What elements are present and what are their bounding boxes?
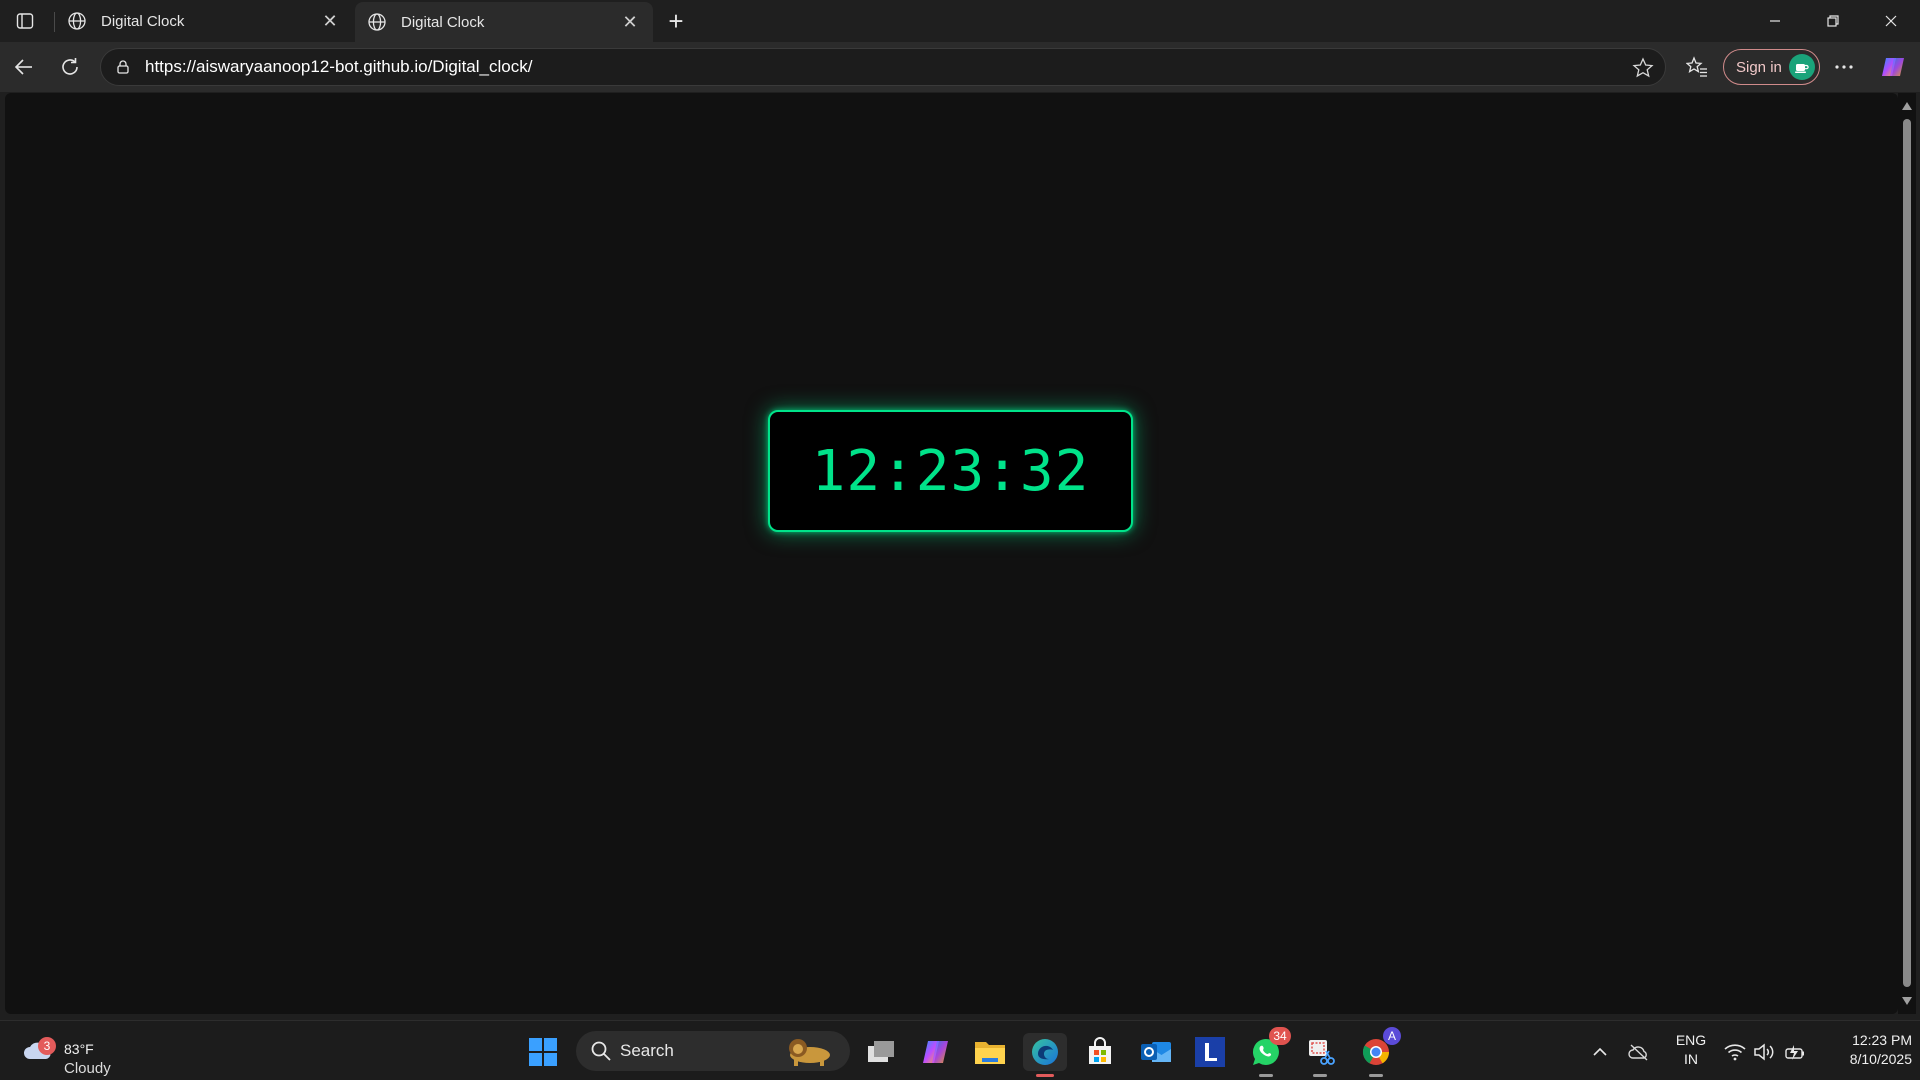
digital-clock-display: 12:23:32 — [768, 410, 1133, 532]
weather-condition: Cloudy — [64, 1060, 111, 1077]
whatsapp-badge: 34 — [1269, 1027, 1291, 1045]
copilot-button[interactable] — [1877, 51, 1909, 83]
search-label: Search — [620, 1041, 674, 1060]
battery-button[interactable] — [1784, 1041, 1806, 1063]
task-view-icon — [868, 1041, 894, 1062]
back-button[interactable] — [8, 51, 40, 83]
close-window-button[interactable] — [1862, 0, 1920, 42]
tab-actions-button[interactable] — [10, 8, 40, 34]
close-icon — [1885, 15, 1897, 27]
outlook-icon — [1141, 1042, 1171, 1062]
windows-logo-icon — [529, 1038, 557, 1066]
minimize-button[interactable] — [1746, 0, 1804, 42]
refresh-button[interactable] — [54, 51, 86, 83]
back-arrow-icon — [14, 59, 32, 75]
speaker-icon — [1754, 1043, 1774, 1061]
tab-title: Digital Clock — [401, 13, 485, 31]
scroll-down-arrow-icon[interactable] — [1902, 997, 1912, 1005]
profile-avatar-icon — [1789, 54, 1815, 80]
region-code: IN — [1684, 1051, 1698, 1067]
running-indicator — [1259, 1074, 1273, 1077]
browser-toolbar: https://aiswaryaanoop12-bot.github.io/Di… — [0, 42, 1920, 92]
start-button[interactable] — [528, 1037, 558, 1067]
show-hidden-icons-button[interactable] — [1589, 1041, 1611, 1063]
whatsapp-button[interactable]: 34 — [1247, 1027, 1291, 1077]
refresh-icon — [62, 58, 78, 75]
file-explorer-button[interactable] — [971, 1033, 1009, 1071]
chevron-up-icon — [1593, 1047, 1607, 1056]
more-dots-icon — [1835, 65, 1853, 69]
file-explorer-icon — [975, 1042, 1005, 1064]
onedrive-button[interactable] — [1628, 1041, 1650, 1063]
volume-button[interactable] — [1753, 1041, 1775, 1063]
copilot-icon — [923, 1041, 948, 1063]
microsoft-store-icon — [1089, 1037, 1111, 1064]
tab-digital-clock-2[interactable]: Digital Clock ✕ — [355, 2, 653, 42]
battery-charging-icon — [1785, 1045, 1804, 1060]
clock-and-date[interactable]: 12:23 PM 8/10/2025 — [1820, 1031, 1912, 1069]
language-indicator[interactable]: ENG IN — [1672, 1031, 1710, 1069]
running-indicator — [1313, 1074, 1327, 1077]
microsoft-store-button[interactable] — [1081, 1033, 1119, 1071]
scroll-up-arrow-icon[interactable] — [1902, 102, 1912, 110]
lion-illustration-icon — [789, 1039, 830, 1066]
minimize-icon — [1770, 20, 1780, 22]
copilot-taskbar-button[interactable] — [917, 1033, 955, 1071]
running-indicator — [1369, 1074, 1383, 1077]
sign-in-label: Sign in — [1736, 58, 1782, 76]
globe-icon — [367, 11, 389, 33]
clock-time: 12:23:32 — [811, 438, 1090, 504]
restore-icon — [1827, 15, 1839, 27]
edge-active-indicator — [1036, 1074, 1054, 1077]
browser-titlebar: Digital Clock ✕ Digital Clock ✕ + — [0, 0, 1920, 42]
onedrive-offline-icon — [1628, 1044, 1648, 1061]
restore-button[interactable] — [1804, 0, 1862, 42]
sign-in-button[interactable]: Sign in — [1723, 49, 1820, 85]
task-view-button[interactable] — [862, 1033, 900, 1071]
taskbar-search[interactable]: Search — [576, 1031, 850, 1071]
windows-taskbar: 3 83°F Cloudy Search 34 A ENG IN 12:23 P… — [0, 1020, 1920, 1080]
edge-button[interactable] — [1023, 1033, 1067, 1077]
favorites-list-icon — [1686, 56, 1707, 77]
snipping-tool-icon — [1309, 1040, 1335, 1065]
close-tab-icon[interactable]: ✕ — [319, 10, 341, 32]
scroll-thumb[interactable] — [1903, 119, 1911, 987]
search-icon — [591, 1041, 611, 1061]
chrome-button[interactable]: A — [1357, 1027, 1401, 1077]
outlook-button[interactable] — [1137, 1033, 1175, 1071]
taskbar-date: 8/10/2025 — [1849, 1051, 1912, 1067]
favorites-button[interactable] — [1681, 51, 1713, 83]
tab-actions-icon — [16, 13, 34, 29]
snipping-tool-button[interactable] — [1301, 1033, 1339, 1077]
close-tab-icon[interactable]: ✕ — [619, 11, 641, 33]
language-code: ENG — [1675, 1032, 1707, 1048]
more-options-button[interactable] — [1828, 51, 1860, 83]
chrome-profile-badge: A — [1383, 1027, 1401, 1045]
weather-badge: 3 — [38, 1037, 56, 1055]
tab-title: Digital Clock — [101, 12, 185, 30]
l-app-button[interactable] — [1191, 1033, 1229, 1071]
globe-icon — [67, 10, 89, 32]
tab-digital-clock-1[interactable]: Digital Clock ✕ — [55, 2, 353, 40]
weather-temperature: 83°F — [64, 1041, 94, 1057]
copilot-icon — [1882, 58, 1904, 76]
favorite-star-icon[interactable] — [1631, 56, 1655, 80]
vertical-scrollbar[interactable] — [1898, 93, 1916, 1014]
wifi-button[interactable] — [1724, 1041, 1746, 1063]
address-bar[interactable]: https://aiswaryaanoop12-bot.github.io/Di… — [100, 48, 1666, 86]
new-tab-button[interactable]: + — [661, 6, 691, 36]
url-text[interactable]: https://aiswaryaanoop12-bot.github.io/Di… — [145, 57, 532, 77]
l-app-icon — [1195, 1037, 1225, 1067]
page-viewport: 12:23:32 — [5, 93, 1898, 1014]
edge-icon — [1032, 1039, 1058, 1065]
taskbar-time: 12:23 PM — [1852, 1032, 1912, 1048]
lock-icon[interactable] — [115, 58, 133, 76]
weather-widget[interactable]: 3 83°F Cloudy — [20, 1031, 130, 1077]
wifi-icon — [1724, 1044, 1746, 1061]
